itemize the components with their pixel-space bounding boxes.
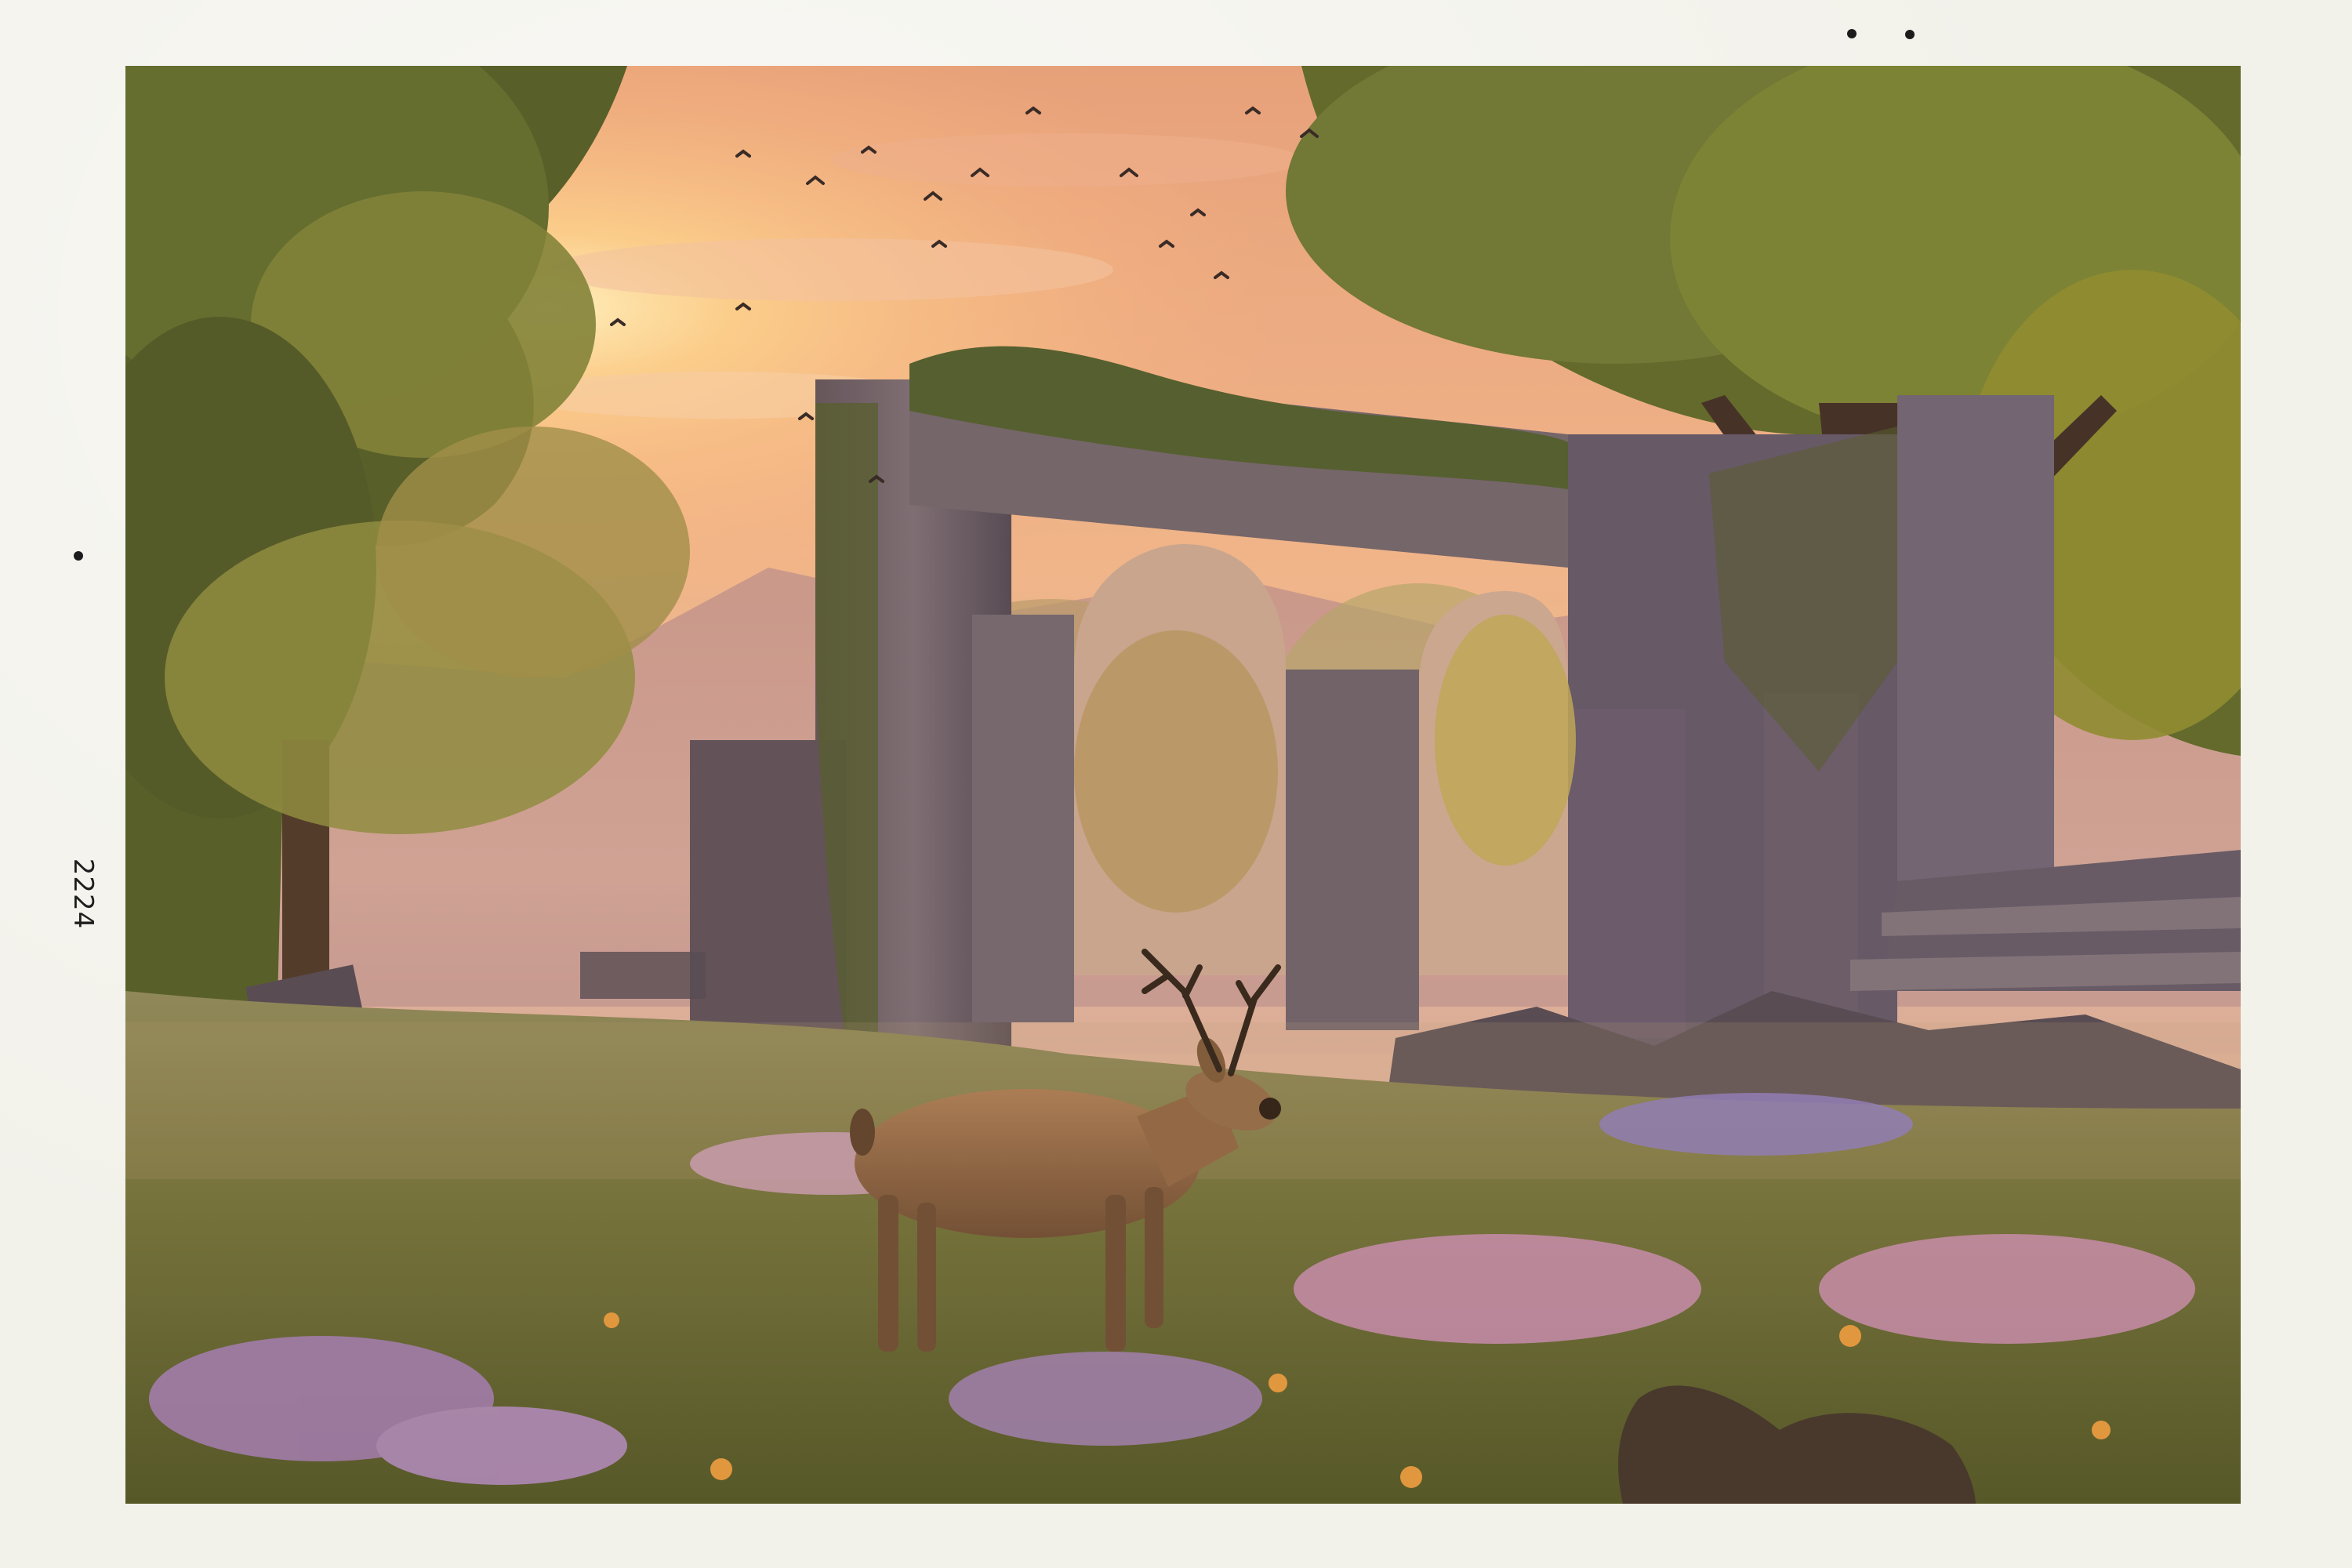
landscape-photo [125, 66, 2241, 1504]
print-number: 2224 [67, 858, 99, 930]
corner-dot [1905, 30, 1915, 39]
print-card: 2224 [0, 0, 2352, 1568]
corner-dot [1847, 29, 1857, 38]
side-dot [74, 551, 83, 561]
